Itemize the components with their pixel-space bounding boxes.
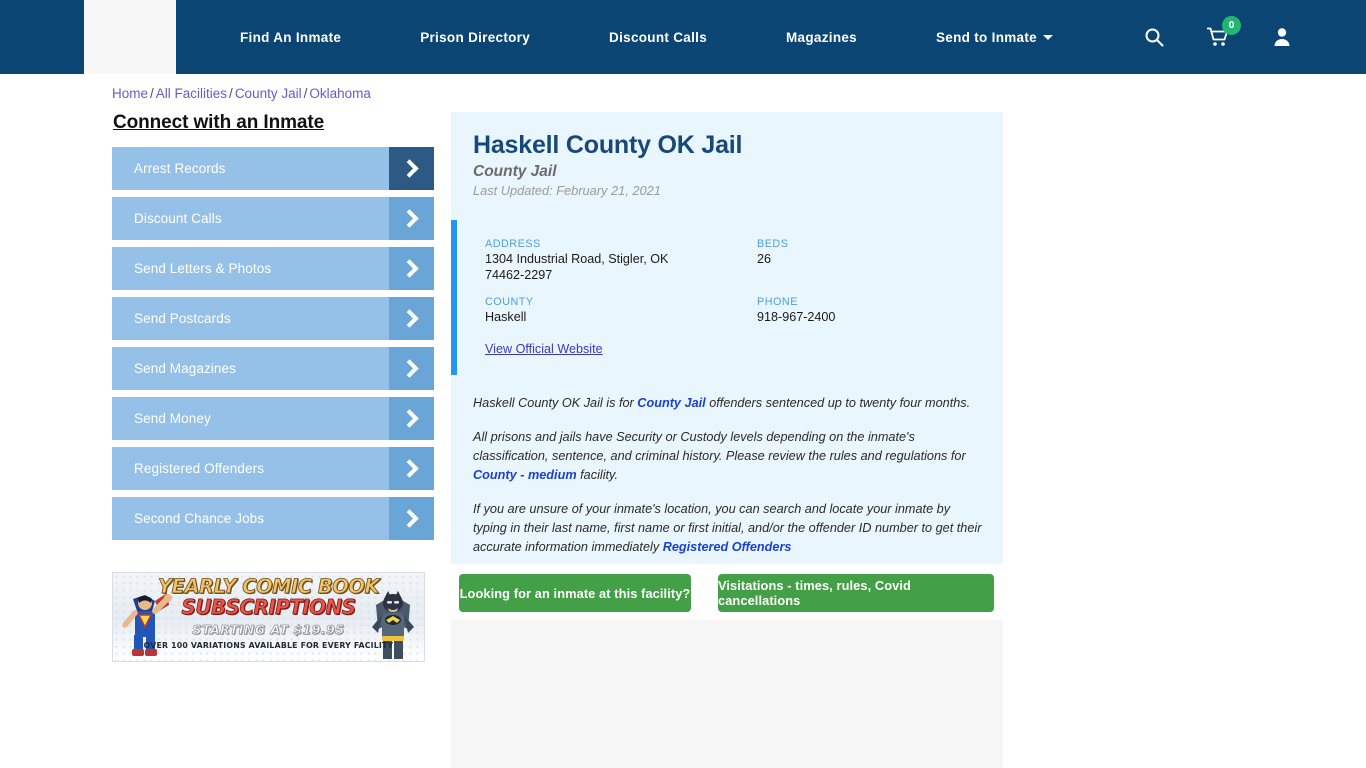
desc-p2-link-county-medium[interactable]: County - medium: [473, 468, 577, 482]
chevron-down-icon: [1042, 34, 1053, 40]
nav-link-prison-directory[interactable]: Prison Directory: [420, 30, 530, 45]
facility-info-grid: ADDRESS 1304 Industrial Road, Stigler, O…: [485, 238, 1003, 326]
nav-dropdown-label: Send to Inmate: [936, 29, 1037, 45]
breadcrumb-item-home[interactable]: Home: [112, 86, 148, 101]
sidebar-item-second-chance-jobs[interactable]: Second Chance Jobs: [112, 497, 434, 540]
county-field: COUNTY Haskell: [485, 296, 757, 326]
sidebar-item-send-letters-photos[interactable]: Send Letters & Photos: [112, 247, 434, 290]
sidebar-item-label: Send Postcards: [134, 311, 231, 326]
facility-info-block: ADDRESS 1304 Industrial Road, Stigler, O…: [451, 220, 1003, 375]
county-value: Haskell: [485, 310, 527, 325]
county-label: COUNTY: [485, 296, 534, 309]
nav-link-discount-calls[interactable]: Discount Calls: [609, 30, 707, 45]
top-navbar: Find An Inmate Prison Directory Discount…: [0, 0, 1366, 74]
beds-value: 26: [757, 252, 772, 266]
sidebar-item-registered-offenders[interactable]: Registered Offenders: [112, 447, 434, 490]
sidebar-item-send-magazines[interactable]: Send Magazines: [112, 347, 434, 390]
sidebar-item-label: Send Money: [134, 411, 211, 426]
phone-value: 918-967-2400: [757, 310, 836, 325]
breadcrumb-item-oklahoma[interactable]: Oklahoma: [309, 86, 371, 101]
chevron-right-icon: [389, 247, 434, 290]
page-title: Haskell County OK Jail: [473, 131, 743, 159]
comic-book-ad-banner[interactable]: YEARLY COMIC BOOK SUBSCRIPTIONS STARTING…: [112, 572, 425, 662]
beds-label: BEDS: [757, 238, 789, 250]
chevron-right-icon: [389, 297, 434, 340]
sidebar-item-send-postcards[interactable]: Send Postcards: [112, 297, 434, 340]
nav-dropdown-send-to-inmate[interactable]: Send to Inmate: [936, 30, 1053, 45]
chevron-right-icon: [389, 197, 434, 240]
last-updated-text: Last Updated: February 21, 2021: [473, 183, 661, 198]
chevron-right-icon: [389, 497, 434, 540]
inmate-search-button[interactable]: Looking for an inmate at this facility?: [459, 574, 691, 612]
breadcrumb-item-all-facilities[interactable]: All Facilities: [156, 86, 227, 101]
main-nav: Find An Inmate Prison Directory Discount…: [240, 0, 1053, 74]
search-icon[interactable]: [1142, 23, 1166, 51]
desc-p1-link-county-jail[interactable]: County Jail: [637, 396, 705, 410]
facility-detail-card: Haskell County OK Jail County Jail Last …: [451, 112, 1003, 564]
user-icon[interactable]: [1270, 23, 1294, 51]
facility-type: County Jail: [473, 163, 557, 180]
phone-field: PHONE 918-967-2400: [757, 296, 1003, 326]
ad-title-line2: SUBSCRIPTIONS: [181, 595, 356, 619]
sidebar-item-label: Registered Offenders: [134, 461, 265, 476]
breadcrumb-item-county-jail[interactable]: County Jail: [235, 86, 302, 101]
sidebar-heading: Connect with an Inmate: [113, 112, 325, 133]
breadcrumb-separator: /: [303, 86, 308, 101]
address-field: ADDRESS 1304 Industrial Road, Stigler, O…: [485, 238, 757, 283]
beds-field: BEDS 26: [757, 238, 1003, 283]
chevron-right-icon: [389, 397, 434, 440]
view-official-website-link[interactable]: View Official Website: [485, 342, 603, 356]
sidebar-item-label: Send Letters & Photos: [134, 261, 272, 276]
desc-p2-text-b: facility.: [576, 467, 618, 482]
sidebar-item-label: Discount Calls: [134, 211, 222, 226]
sidebar-item-send-money[interactable]: Send Money: [112, 397, 434, 440]
description-paragraph-2: All prisons and jails have Security or C…: [473, 428, 985, 485]
desc-p1-text-b: offenders sentenced up to twenty four mo…: [705, 396, 971, 410]
site-logo[interactable]: [84, 0, 176, 74]
visitations-button[interactable]: Visitations - times, rules, Covid cancel…: [718, 574, 994, 612]
sidebar-item-arrest-records[interactable]: Arrest Records: [112, 147, 434, 190]
nav-link-find-an-inmate[interactable]: Find An Inmate: [240, 30, 341, 45]
facility-description: Haskell County OK Jail is for County Jai…: [473, 394, 985, 571]
nav-link-magazines[interactable]: Magazines: [786, 30, 857, 45]
description-paragraph-1: Haskell County OK Jail is for County Jai…: [473, 394, 985, 413]
sidebar-item-discount-calls[interactable]: Discount Calls: [112, 197, 434, 240]
ad-title-line1: YEARLY COMIC BOOK: [157, 575, 380, 598]
breadcrumb: Home / All Facilities / County Jail / Oklahoma: [112, 86, 371, 101]
chevron-right-icon: [389, 147, 434, 190]
phone-label: PHONE: [757, 296, 798, 309]
desc-p3-link-registered-offenders[interactable]: Registered Offenders: [663, 540, 792, 554]
description-paragraph-3: If you are unsure of your inmate's locat…: [473, 500, 985, 557]
address-value: 1304 Industrial Road, Stigler, OK 74462-…: [485, 252, 669, 282]
desc-p1-text-a: Haskell County OK Jail is for: [473, 396, 638, 410]
cart-icon[interactable]: 0: [1206, 16, 1241, 51]
bottom-content-panel: [451, 620, 1003, 768]
sidebar-item-label: Arrest Records: [134, 161, 226, 176]
breadcrumb-separator: /: [229, 86, 233, 101]
breadcrumb-separator: /: [150, 86, 154, 101]
sidebar-item-label: Send Magazines: [134, 361, 236, 376]
ad-subtitle: STARTING AT $19.95: [192, 622, 345, 638]
chevron-right-icon: [389, 347, 434, 390]
ad-footer-text: OVER 100 VARIATIONS AVAILABLE FOR EVERY …: [143, 641, 394, 650]
sidebar: Connect with an Inmate Arrest Records Di…: [112, 112, 434, 547]
chevron-right-icon: [389, 447, 434, 490]
address-label: ADDRESS: [485, 238, 541, 250]
cart-count-badge: 0: [1222, 16, 1241, 35]
desc-p2-text-a: All prisons and jails have Security or C…: [473, 429, 966, 463]
sidebar-item-label: Second Chance Jobs: [134, 511, 265, 526]
nav-icon-group: 0: [1142, 0, 1294, 74]
